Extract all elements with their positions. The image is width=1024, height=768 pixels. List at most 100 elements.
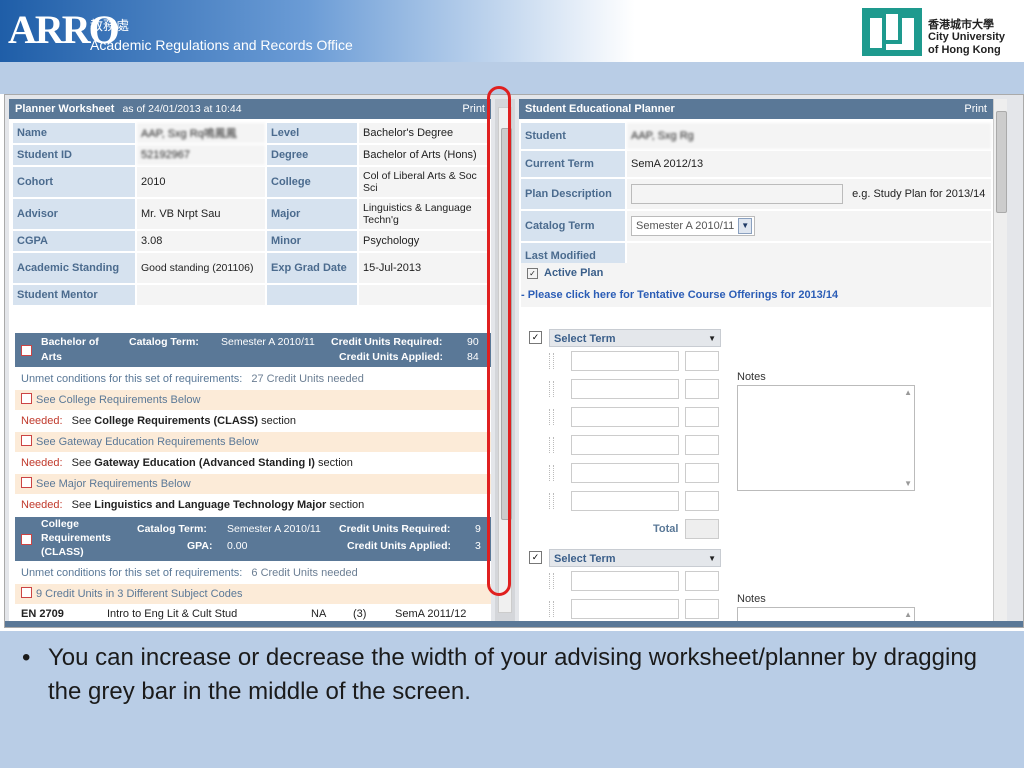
course-input[interactable]	[571, 571, 679, 591]
college-value: Col of Liberal Arts & Soc Sci	[359, 167, 487, 197]
active-plan-checkbox[interactable]: ✓ Active Plan	[527, 267, 603, 279]
units-input[interactable]	[685, 463, 719, 483]
select-term-dropdown[interactable]: Select Term ▼	[549, 329, 721, 347]
exp-grad-date-label: Exp Grad Date	[267, 253, 357, 283]
chevron-down-icon[interactable]: ▼	[738, 218, 753, 234]
planner-scrollbar[interactable]	[993, 99, 1007, 625]
item-checkbox[interactable]	[21, 477, 32, 488]
table-row: Advisor Mr. VB Nrpt Sau Major Linguistic…	[13, 199, 487, 229]
plan-description-input[interactable]	[631, 184, 843, 204]
sub-requirement-text: 9 Credit Units in 3 Different Subject Co…	[36, 588, 243, 600]
major-label: Major	[267, 199, 357, 229]
block-name-line1: College	[41, 518, 79, 530]
worksheet-print-link[interactable]: Print	[462, 99, 485, 119]
select-term-dropdown[interactable]: Select Term ▼	[549, 549, 721, 567]
units-input[interactable]	[685, 491, 719, 511]
student-mentor-value	[137, 285, 265, 305]
select-term-label: Select Term	[554, 553, 616, 565]
academic-standing-label: Academic Standing	[13, 253, 135, 283]
units-input[interactable]	[685, 571, 719, 591]
catalog-term-select[interactable]: Semester A 2010/11 ▼	[631, 216, 756, 236]
degree-label: Degree	[267, 145, 357, 165]
course-input[interactable]	[571, 463, 679, 483]
cityu-name-line2: of Hong Kong	[928, 44, 1001, 56]
section-link[interactable]: Gateway Education (Advanced Standing I)	[94, 457, 315, 469]
total-units-box	[685, 519, 719, 539]
arro-chinese-name: 教務處	[90, 19, 130, 34]
arro-english-name: Academic Regulations and Records Office	[90, 37, 353, 53]
course-input[interactable]	[571, 491, 679, 511]
see-link-text: See Gateway Education Requirements Below	[36, 436, 259, 448]
requirement-block-bachelor: Bachelor of Arts Catalog Term: Semester …	[15, 333, 491, 367]
see-word: See	[71, 457, 92, 469]
drag-handle[interactable]	[549, 465, 554, 481]
catalog-term-value: Semester A 2010/11	[227, 523, 321, 535]
plan-description-hint: e.g. Study Plan for 2013/14	[852, 187, 986, 200]
see-college-requirements[interactable]: See College Requirements Below	[15, 390, 491, 410]
minor-label: Minor	[267, 231, 357, 251]
item-checkbox[interactable]	[21, 587, 32, 598]
drag-handle[interactable]	[549, 437, 554, 453]
sub-requirement-row[interactable]: 9 Credit Units in 3 Different Subject Co…	[15, 584, 491, 604]
planner-scrollbar-thumb[interactable]	[996, 111, 1007, 213]
blank-label	[267, 285, 357, 305]
section-suffix: section	[318, 457, 353, 469]
scroll-up-icon[interactable]: ▲	[904, 610, 912, 619]
see-major-requirements[interactable]: See Major Requirements Below	[15, 474, 491, 494]
plan-description-label: Plan Description	[521, 179, 625, 209]
block-checkbox[interactable]	[21, 345, 32, 356]
notes-textarea[interactable]: ▲ ▼	[737, 385, 915, 491]
credit-units-required-label: Credit Units Required:	[331, 336, 443, 348]
units-input[interactable]	[685, 435, 719, 455]
needed-college-requirements: Needed: See College Requirements (CLASS)…	[15, 411, 491, 431]
units-input[interactable]	[685, 379, 719, 399]
term-checkbox[interactable]: ✓	[529, 551, 542, 564]
notes-label: Notes	[737, 593, 766, 605]
item-checkbox[interactable]	[21, 435, 32, 446]
major-value: Linguistics & Language Techn'g	[359, 199, 487, 229]
item-checkbox[interactable]	[21, 393, 32, 404]
current-term-value: SemA 2012/13	[627, 151, 991, 177]
course-input[interactable]	[571, 599, 679, 619]
gpa-label: GPA:	[187, 540, 213, 552]
course-offerings-link[interactable]: - Please click here for Tentative Course…	[521, 289, 838, 301]
course-input[interactable]	[571, 351, 679, 371]
block-name-line2: Arts	[41, 351, 63, 363]
course-input[interactable]	[571, 435, 679, 455]
course-input[interactable]	[571, 379, 679, 399]
section-link[interactable]: Linguistics and Language Technology Majo…	[94, 499, 326, 511]
header-band	[0, 62, 1024, 94]
credit-units-applied-value: 3	[475, 540, 481, 552]
drag-handle[interactable]	[549, 409, 554, 425]
units-input[interactable]	[685, 407, 719, 427]
planner-print-link[interactable]: Print	[964, 99, 987, 119]
see-gateway-requirements[interactable]: See Gateway Education Requirements Below	[15, 432, 491, 452]
unmet-label: Unmet conditions for this set of require…	[21, 567, 243, 579]
drag-handle[interactable]	[549, 493, 554, 509]
section-link[interactable]: College Requirements (CLASS)	[94, 415, 258, 427]
scroll-up-icon[interactable]: ▲	[904, 388, 912, 397]
drag-handle[interactable]	[549, 601, 554, 617]
table-row: Current Term SemA 2012/13	[521, 151, 991, 177]
current-term-label: Current Term	[521, 151, 625, 177]
units-input[interactable]	[685, 599, 719, 619]
term-checkbox[interactable]: ✓	[529, 331, 542, 344]
block-name-line1: Bachelor of	[41, 336, 99, 348]
college-label: College	[267, 167, 357, 197]
planner-title: Student Educational Planner	[525, 103, 675, 115]
drag-handle[interactable]	[549, 381, 554, 397]
drag-handle[interactable]	[549, 353, 554, 369]
catalog-term-label: Catalog Term:	[137, 523, 207, 535]
see-link-text: See Major Requirements Below	[36, 478, 191, 490]
needed-gateway-requirements: Needed: See Gateway Education (Advanced …	[15, 453, 491, 473]
block-checkbox[interactable]	[21, 534, 32, 545]
drag-handle[interactable]	[549, 573, 554, 589]
cityu-chinese-name: 香港城市大學	[928, 18, 994, 31]
units-input[interactable]	[685, 351, 719, 371]
scroll-down-icon[interactable]: ▼	[904, 479, 912, 488]
blank-value	[359, 285, 487, 305]
chevron-down-icon: ▼	[708, 554, 716, 563]
course-input[interactable]	[571, 407, 679, 427]
catalog-term-value: Semester A 2010/11	[221, 336, 315, 348]
planner-pane: Student Educational Planner Print Studen…	[519, 99, 1007, 625]
